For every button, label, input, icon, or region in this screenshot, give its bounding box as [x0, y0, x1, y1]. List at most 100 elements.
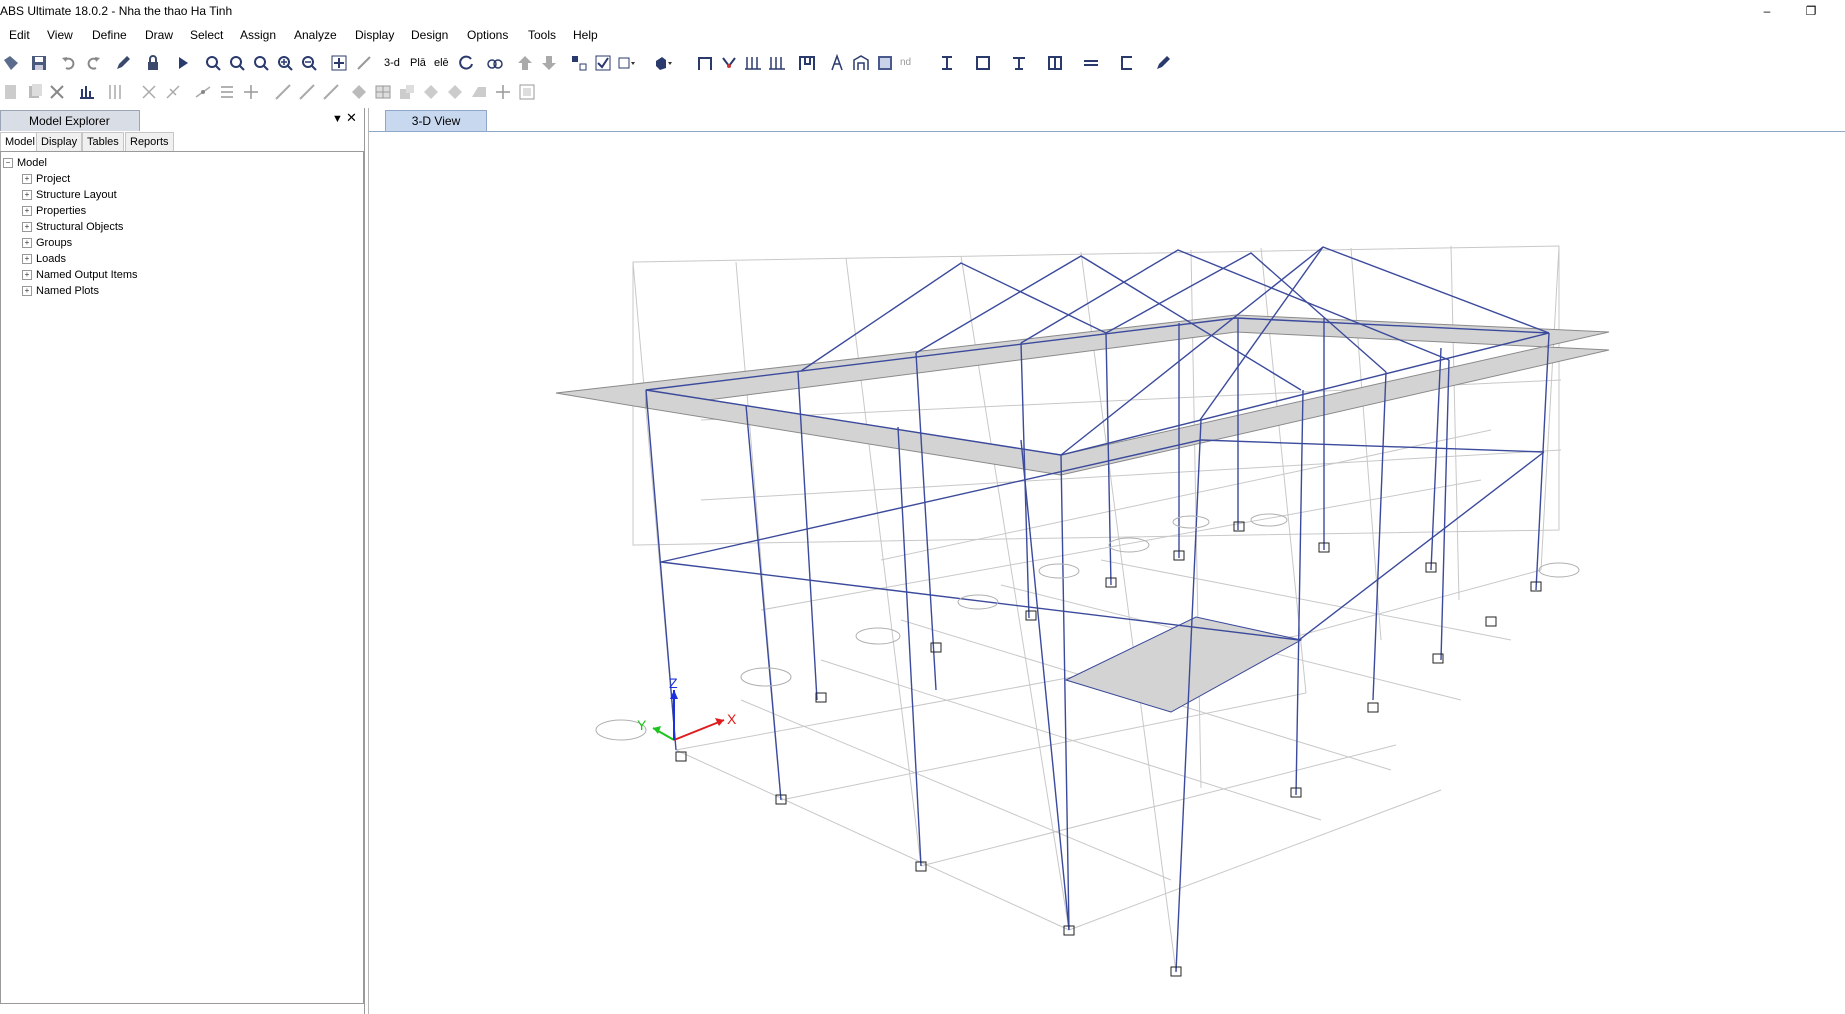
- tree-item-project[interactable]: + Project: [22, 172, 70, 186]
- shape-tile-icon[interactable]: [398, 83, 416, 101]
- snap-line-1-icon[interactable]: [274, 83, 292, 101]
- move-down-icon[interactable]: [540, 54, 558, 72]
- tree-item-properties[interactable]: + Properties: [22, 204, 86, 218]
- object-shrink-icon[interactable]: [570, 54, 588, 72]
- snap-move-icon[interactable]: [242, 83, 260, 101]
- quick-draw-columns-icon[interactable]: [768, 54, 786, 72]
- expand-icon[interactable]: +: [22, 174, 32, 185]
- section-wide-flange-icon[interactable]: [1046, 54, 1064, 72]
- tree-item-structural-objects[interactable]: + Structural Objects: [22, 220, 123, 234]
- draw-frame-icon[interactable]: [798, 54, 816, 72]
- expand-icon[interactable]: +: [22, 270, 32, 281]
- perspective-icon[interactable]: [486, 54, 504, 72]
- menu-options[interactable]: Options: [467, 28, 508, 42]
- set-display-options-icon[interactable]: [594, 54, 612, 72]
- tree-item-named-plots[interactable]: + Named Plots: [22, 284, 99, 298]
- menu-assign[interactable]: Assign: [240, 28, 276, 42]
- expand-icon[interactable]: +: [22, 222, 32, 233]
- expand-icon[interactable]: +: [22, 190, 32, 201]
- model-canvas[interactable]: X Y Z: [369, 132, 1845, 1014]
- shape-move-icon[interactable]: [494, 83, 512, 101]
- tab-3d-view[interactable]: 3-D View: [385, 110, 487, 131]
- shape-diamond-icon[interactable]: [350, 83, 368, 101]
- menu-edit[interactable]: Edit: [9, 28, 30, 42]
- structure-3d-drawing[interactable]: X Y Z: [369, 132, 1845, 1014]
- shape-frame-icon[interactable]: [518, 83, 536, 101]
- menu-select[interactable]: Select: [190, 28, 223, 42]
- section-rect-icon[interactable]: [974, 54, 992, 72]
- snap-line-2-icon[interactable]: [298, 83, 316, 101]
- tab-display[interactable]: Display: [36, 132, 83, 151]
- expand-icon[interactable]: +: [22, 286, 32, 297]
- expand-icon[interactable]: +: [22, 254, 32, 265]
- tab-tables[interactable]: Tables: [82, 132, 124, 151]
- display-dropdown-icon[interactable]: [618, 54, 636, 72]
- minimize-button[interactable]: –: [1752, 2, 1782, 20]
- close-icon[interactable]: ✕: [346, 110, 357, 126]
- shape-rhombus-icon[interactable]: [422, 83, 440, 101]
- snap-line-3-icon[interactable]: [322, 83, 340, 101]
- draw-wall-icon[interactable]: [852, 54, 870, 72]
- tab-model[interactable]: Model: [0, 132, 40, 151]
- snap-perpendicular-icon[interactable]: [164, 83, 182, 101]
- tree-item-structure-layout[interactable]: + Structure Layout: [22, 188, 117, 202]
- menu-analyze[interactable]: Analyze: [294, 28, 337, 42]
- view-plan-button[interactable]: Plā: [410, 54, 428, 72]
- view-elevation-button[interactable]: elē: [434, 54, 452, 72]
- grid-lines-icon[interactable]: [106, 83, 124, 101]
- pencil-icon[interactable]: [114, 54, 132, 72]
- zoom-window-icon[interactable]: [204, 54, 222, 72]
- tree-item-named-output-items[interactable]: + Named Output Items: [22, 268, 138, 282]
- menu-help[interactable]: Help: [573, 28, 598, 42]
- rotate-icon[interactable]: [458, 54, 476, 72]
- zoom-in-icon[interactable]: [276, 54, 294, 72]
- shape-rhombus-2-icon[interactable]: [446, 83, 464, 101]
- draw-link-icon[interactable]: [828, 54, 846, 72]
- copy-icon[interactable]: [26, 83, 44, 101]
- save-icon[interactable]: [30, 54, 48, 72]
- shape-slab-icon[interactable]: [470, 83, 488, 101]
- open-icon[interactable]: [2, 54, 20, 72]
- tree-item-loads[interactable]: + Loads: [22, 252, 66, 266]
- section-tee-icon[interactable]: [1010, 54, 1028, 72]
- snap-midpoint-icon[interactable]: [194, 83, 212, 101]
- chart-bars-icon[interactable]: [78, 83, 96, 101]
- collapse-icon[interactable]: −: [3, 158, 13, 169]
- zoom-fit-icon[interactable]: [252, 54, 270, 72]
- snap-intersection-icon[interactable]: [140, 83, 158, 101]
- restore-button[interactable]: ❐: [1796, 2, 1826, 20]
- draw-brace-icon[interactable]: [720, 54, 738, 72]
- menu-design[interactable]: Design: [411, 28, 448, 42]
- expand-icon[interactable]: +: [22, 206, 32, 217]
- section-channel-icon[interactable]: [1118, 54, 1136, 72]
- view-3d-button[interactable]: 3-d: [384, 54, 406, 72]
- undo-icon[interactable]: [60, 54, 78, 72]
- new-file-icon[interactable]: [2, 83, 20, 101]
- panel-menu-icon[interactable]: ▼: [332, 113, 343, 125]
- tab-reports[interactable]: Reports: [125, 132, 174, 151]
- delete-icon[interactable]: [48, 83, 66, 101]
- pan-icon[interactable]: [330, 54, 348, 72]
- menu-display[interactable]: Display: [355, 28, 394, 42]
- snap-grid-icon[interactable]: [218, 83, 236, 101]
- run-analysis-icon[interactable]: [174, 54, 192, 72]
- tree-root[interactable]: − Model: [3, 156, 47, 170]
- draw-beam-icon[interactable]: [696, 54, 714, 72]
- zoom-out-icon[interactable]: [300, 54, 318, 72]
- draw-columns-icon[interactable]: [744, 54, 762, 72]
- extrude-view-icon[interactable]: [654, 54, 672, 72]
- section-double-line-icon[interactable]: [1082, 54, 1100, 72]
- redo-icon[interactable]: [84, 54, 102, 72]
- expand-icon[interactable]: +: [22, 238, 32, 249]
- menu-tools[interactable]: Tools: [528, 28, 556, 42]
- shape-grid-icon[interactable]: [374, 83, 392, 101]
- section-i-icon[interactable]: [938, 54, 956, 72]
- section-pencil-icon[interactable]: [1154, 54, 1172, 72]
- menu-draw[interactable]: Draw: [145, 28, 173, 42]
- nd-button[interactable]: nd: [900, 54, 918, 72]
- draw-floor-icon[interactable]: [876, 54, 894, 72]
- zoom-previous-icon[interactable]: [228, 54, 246, 72]
- menu-view[interactable]: View: [47, 28, 73, 42]
- menu-define[interactable]: Define: [92, 28, 127, 42]
- tree-item-groups[interactable]: + Groups: [22, 236, 72, 250]
